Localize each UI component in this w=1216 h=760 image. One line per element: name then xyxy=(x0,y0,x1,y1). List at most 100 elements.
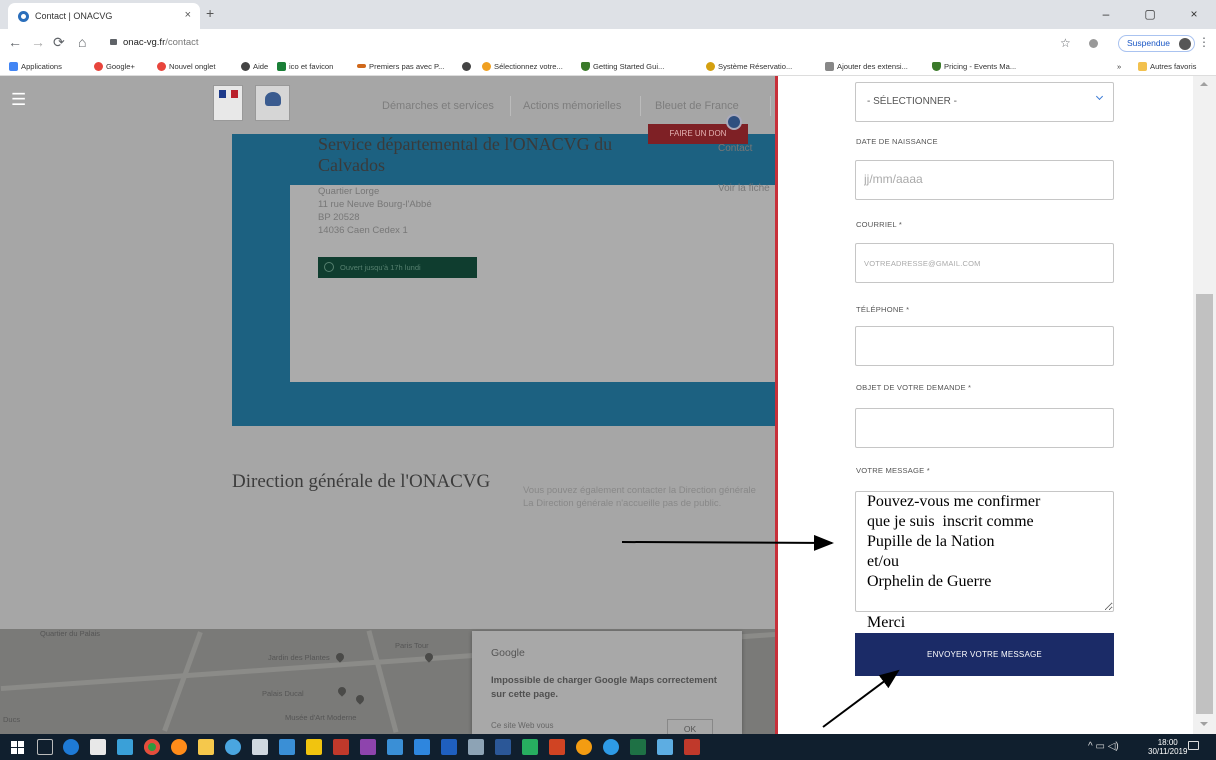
nav-actions-memorielles[interactable]: Actions mémorielles xyxy=(523,100,621,112)
bookmark-item[interactable]: Système Réservatio... xyxy=(706,62,792,71)
chevron-down-icon xyxy=(1095,92,1104,101)
browser-toolbar: ← → ⟳ ⌂ onac-vg.fr/contact ☆ Suspendue ⋮ xyxy=(0,29,1216,57)
premiere-icon[interactable] xyxy=(360,739,376,755)
reload-icon[interactable]: ⟳ xyxy=(53,34,65,51)
store-icon[interactable] xyxy=(90,739,106,755)
edge-icon[interactable] xyxy=(63,739,79,755)
powerpoint-icon[interactable] xyxy=(549,739,565,755)
map-road xyxy=(366,630,399,733)
tab-close-icon[interactable]: × xyxy=(185,9,191,21)
bookmark-item[interactable] xyxy=(462,62,474,71)
google-icon xyxy=(157,62,166,71)
map-label: Paris Tour xyxy=(395,641,429,650)
message-textarea[interactable] xyxy=(855,491,1114,612)
extension-icon[interactable] xyxy=(1089,39,1098,48)
map-pin-icon xyxy=(354,693,366,705)
opening-hours-badge: Ouvert jusqu'à 17h lundi xyxy=(318,257,477,278)
bookmark-item[interactable]: Premiers pas avec P... xyxy=(357,62,444,71)
minimize-button[interactable]: – xyxy=(1084,0,1128,29)
bookmark-star-icon[interactable]: ☆ xyxy=(1060,36,1071,50)
direction-text: Vous pouvez également contacter la Direc… xyxy=(523,485,756,509)
tab-bar: Contact | ONACVG × + – ▢ × xyxy=(0,0,1216,29)
map-label: Musée d'Art Moderne xyxy=(285,713,357,722)
app-icon[interactable] xyxy=(414,739,430,755)
bookmark-item[interactable]: Aide xyxy=(241,62,268,71)
nav-bleuet[interactable]: Bleuet de France xyxy=(655,100,739,112)
bookmark-item[interactable]: Pricing - Events Ma... xyxy=(932,62,1016,71)
map-road xyxy=(162,631,203,732)
map-label: Quartier du Palais xyxy=(40,629,101,638)
system-tray-icons[interactable]: ^ ▭ ◁) xyxy=(1088,741,1119,752)
send-message-button[interactable]: ENVOYER VOTRE MESSAGE xyxy=(855,633,1114,676)
app-icon[interactable] xyxy=(468,739,484,755)
birthdate-field[interactable] xyxy=(855,160,1114,200)
email-field[interactable] xyxy=(855,243,1114,283)
app-icon[interactable] xyxy=(576,739,592,755)
bookmark-item[interactable]: Google+ xyxy=(94,62,135,71)
page-scrollbar[interactable] xyxy=(1193,76,1216,734)
app-icon[interactable] xyxy=(522,739,538,755)
app-icon[interactable] xyxy=(225,739,241,755)
nav-demarches[interactable]: Démarches et services xyxy=(382,100,494,112)
settings-gear-icon[interactable] xyxy=(726,114,742,130)
notifications-icon[interactable] xyxy=(1188,741,1199,750)
filezilla-icon[interactable] xyxy=(333,739,349,755)
email-label: COURRIEL * xyxy=(856,220,903,229)
clock[interactable]: 18:00 30/11/2019 xyxy=(1148,738,1187,756)
bookmark-item[interactable]: ico et favicon xyxy=(277,62,333,71)
bookmarks-bar: Applications Google+ Nouvel onglet Aide … xyxy=(0,57,1216,76)
photoshop-icon[interactable] xyxy=(441,739,457,755)
hamburger-menu-icon[interactable]: ☰ xyxy=(11,90,26,110)
app-icon[interactable] xyxy=(306,739,322,755)
word-icon[interactable] xyxy=(495,739,511,755)
scroll-up-arrow-icon[interactable] xyxy=(1200,82,1208,86)
category-select[interactable]: - SÉLECTIONNER - xyxy=(855,82,1114,122)
menu-kebab-icon[interactable]: ⋮ xyxy=(1198,35,1210,49)
profile-button[interactable]: Suspendue xyxy=(1118,35,1196,52)
chrome-icon[interactable] xyxy=(144,739,160,755)
bookmark-item[interactable]: Applications xyxy=(9,62,62,71)
nav-separator xyxy=(510,96,511,116)
firefox-icon[interactable] xyxy=(171,739,187,755)
address-bar[interactable]: onac-vg.fr/contact xyxy=(110,33,1140,53)
other-bookmarks[interactable]: Autres favoris xyxy=(1138,62,1196,71)
calculator-icon[interactable] xyxy=(252,739,268,755)
forward-arrow-icon[interactable]: → xyxy=(31,34,45,50)
chrome-icon xyxy=(462,62,471,71)
app-icon[interactable] xyxy=(657,739,673,755)
bookmark-item[interactable]: Getting Started Gui... xyxy=(581,62,664,71)
file-explorer-icon[interactable] xyxy=(198,739,214,755)
new-tab-button[interactable]: + xyxy=(206,5,214,21)
map-label: Jardin des Plantes xyxy=(268,653,330,662)
nav-separator xyxy=(770,96,771,116)
windows-start-icon[interactable] xyxy=(11,741,24,754)
bookmark-item[interactable]: Nouvel onglet xyxy=(157,62,215,71)
url-host: onac-vg.fr xyxy=(123,37,166,48)
excel-icon[interactable] xyxy=(630,739,646,755)
phone-label: TÉLÉPHONE * xyxy=(856,305,910,314)
skype-icon[interactable] xyxy=(603,739,619,755)
maximize-button[interactable]: ▢ xyxy=(1128,0,1172,29)
bookmark-item[interactable]: Ajouter des extensi... xyxy=(825,62,908,71)
scrollbar-thumb[interactable] xyxy=(1196,294,1213,714)
task-view-icon[interactable] xyxy=(37,739,53,755)
close-window-button[interactable]: × xyxy=(1172,0,1216,29)
scroll-down-arrow-icon[interactable] xyxy=(1200,722,1208,726)
bookmarks-more-button[interactable]: » xyxy=(1117,62,1121,71)
tab-contact[interactable]: Contact | ONACVG × xyxy=(8,3,200,29)
office-contact-link[interactable]: Contact xyxy=(718,143,752,154)
office-voir-link[interactable]: Voir la fiche xyxy=(718,183,770,194)
subject-field[interactable] xyxy=(855,408,1114,448)
select-value: - SÉLECTIONNER - xyxy=(867,96,958,107)
map-label: Palais Ducal xyxy=(262,689,304,698)
app-icon[interactable] xyxy=(387,739,403,755)
phone-field[interactable] xyxy=(855,326,1114,366)
home-icon[interactable]: ⌂ xyxy=(78,34,86,50)
bookmark-item[interactable]: Sélectionnez votre... xyxy=(482,62,563,71)
nav-separator xyxy=(640,96,641,116)
app-icon[interactable] xyxy=(279,739,295,755)
favicon-icon xyxy=(18,11,29,22)
app-icon[interactable] xyxy=(117,739,133,755)
app-icon[interactable] xyxy=(684,739,700,755)
back-arrow-icon[interactable]: ← xyxy=(8,34,22,50)
